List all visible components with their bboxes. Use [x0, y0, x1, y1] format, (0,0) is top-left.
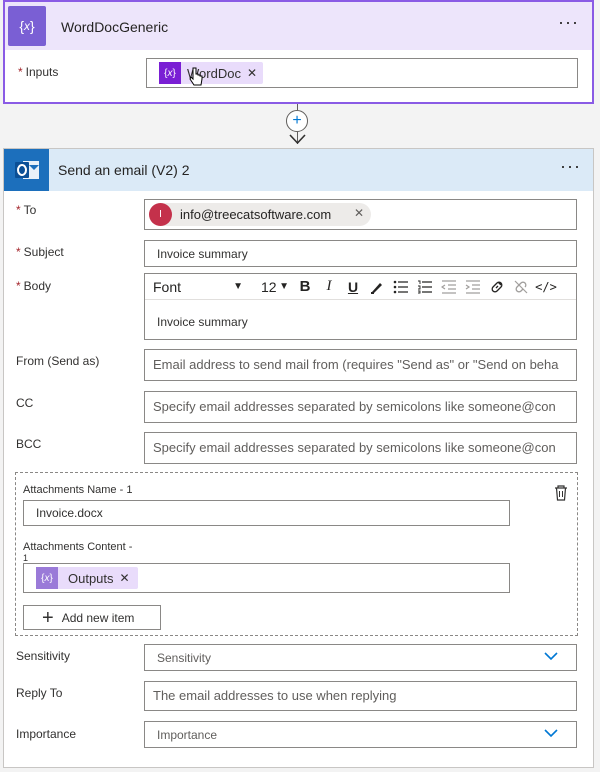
inputs-label: * Inputs: [18, 65, 59, 79]
from-label: From (Send as): [16, 354, 100, 368]
italic-button[interactable]: I: [317, 275, 341, 299]
bcc-placeholder: Specify email addresses separated by sem…: [153, 440, 556, 455]
bcc-field[interactable]: Specify email addresses separated by sem…: [144, 432, 577, 464]
attachments-name-label: Attachments Name - 1: [23, 484, 133, 496]
decrease-indent-icon[interactable]: [437, 275, 461, 299]
variable-icon: {x}: [8, 6, 46, 46]
recipient-pill[interactable]: I info@treecatsoftware.com ✕: [149, 203, 371, 226]
chevron-down-icon: [544, 729, 558, 738]
attachments-content-label-index: 1: [23, 553, 29, 563]
add-new-item-label: Add new item: [61, 610, 135, 625]
outputs-token[interactable]: {x} Outputs ✕: [36, 567, 138, 589]
worddoc-token[interactable]: {x} WordDoc ✕: [159, 62, 263, 84]
bold-button[interactable]: B: [293, 275, 317, 299]
importance-label: Importance: [16, 727, 77, 741]
cc-label: CC: [16, 396, 34, 410]
from-field[interactable]: Email address to send mail from (require…: [144, 349, 577, 381]
outlook-icon: [4, 149, 49, 191]
send-email-more-options-button[interactable]: ···: [560, 156, 581, 177]
delete-item-icon[interactable]: [553, 484, 569, 502]
font-size-select[interactable]: 12 ▼: [253, 275, 293, 299]
increase-indent-icon[interactable]: [461, 275, 485, 299]
compose-card-title: WordDocGeneric: [61, 19, 169, 35]
font-size-value: 12: [261, 278, 277, 295]
compose-card-header[interactable]: {x} WordDocGeneric ···: [5, 2, 592, 50]
body-content[interactable]: Invoice summary: [157, 315, 248, 329]
remove-recipient-icon[interactable]: ✕: [354, 206, 364, 220]
variable-icon: {x}: [159, 62, 181, 84]
recipient-email: info@treecatsoftware.com: [180, 207, 332, 222]
cc-placeholder: Specify email addresses separated by sem…: [153, 399, 556, 414]
bcc-label: BCC: [16, 437, 42, 451]
importance-value: Importance: [157, 728, 218, 742]
recipient-avatar: I: [149, 203, 172, 226]
body-label: * Body: [16, 279, 52, 293]
cc-field[interactable]: Specify email addresses separated by sem…: [144, 391, 577, 423]
text-color-icon[interactable]: [365, 275, 389, 299]
remove-token-icon[interactable]: ✕: [120, 571, 130, 585]
plus-icon: +: [42, 606, 54, 629]
font-select-value: Font: [153, 278, 182, 295]
chevron-down-icon: ▼: [233, 281, 243, 292]
code-view-icon[interactable]: </>: [533, 275, 559, 299]
subject-label: * Subject: [16, 245, 64, 259]
from-placeholder: Email address to send mail from (require…: [153, 357, 559, 372]
arrow-down-icon: [289, 134, 306, 145]
importance-dropdown[interactable]: Importance: [144, 721, 577, 748]
subject-value: Invoice summary: [157, 247, 248, 261]
attachments-name-value: Invoice.docx: [36, 506, 103, 520]
reply-to-placeholder: The email addresses to use when replying: [153, 688, 397, 703]
body-editor[interactable]: Font ▼ 12 ▼ B I U </> Invoice summary: [144, 273, 577, 340]
sensitivity-dropdown[interactable]: Sensitivity: [144, 644, 577, 671]
bullet-list-icon[interactable]: [389, 275, 413, 299]
hand-cursor-icon: [189, 67, 203, 86]
numbered-list-icon[interactable]: [413, 275, 437, 299]
link-icon[interactable]: [485, 275, 509, 299]
outputs-token-label: Outputs: [68, 570, 114, 586]
remove-token-icon[interactable]: ✕: [247, 66, 257, 80]
to-label: * To: [16, 203, 37, 217]
compose-action-card[interactable]: {x} WordDocGeneric ··· * Inputs {x} WordD…: [3, 0, 594, 104]
sensitivity-value: Sensitivity: [157, 651, 212, 665]
send-email-card-header[interactable]: Send an email (V2) 2 ···: [4, 149, 593, 191]
attachments-content-field[interactable]: {x} Outputs ✕: [23, 563, 510, 593]
add-new-item-button[interactable]: + Add new item: [23, 605, 161, 630]
underline-button[interactable]: U: [341, 275, 365, 299]
chevron-down-icon: [544, 652, 558, 661]
send-email-card-title: Send an email (V2) 2: [58, 162, 190, 178]
chevron-down-icon: ▼: [279, 281, 289, 292]
subject-field[interactable]: Invoice summary: [144, 240, 577, 267]
insert-step-button[interactable]: +: [286, 110, 308, 132]
rich-text-toolbar: Font ▼ 12 ▼ B I U </>: [145, 274, 576, 300]
sensitivity-label: Sensitivity: [16, 649, 71, 663]
attachments-content-label: Attachments Content -: [23, 541, 133, 553]
unlink-icon[interactable]: [509, 275, 533, 299]
compose-more-options-button[interactable]: ···: [558, 12, 579, 33]
reply-to-label: Reply To: [16, 686, 63, 700]
to-field[interactable]: I info@treecatsoftware.com ✕: [144, 199, 577, 230]
font-select[interactable]: Font ▼: [145, 275, 247, 299]
attachments-name-field[interactable]: Invoice.docx: [23, 500, 510, 526]
inputs-field[interactable]: {x} WordDoc ✕: [146, 58, 578, 88]
reply-to-field[interactable]: The email addresses to use when replying: [144, 681, 577, 711]
variable-icon: {x}: [36, 567, 58, 589]
